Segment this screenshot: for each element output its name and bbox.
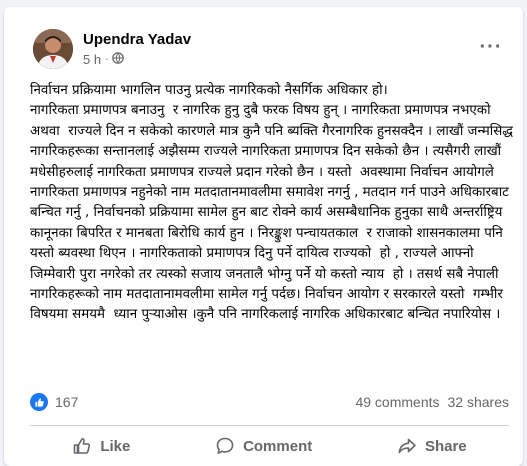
more-options-icon[interactable]: ··· — [477, 33, 505, 61]
post-card: Upendra Yadav 5 h · ··· निर्वाचन प्रक्रि… — [4, 7, 523, 466]
comment-button[interactable]: Comment — [205, 430, 322, 462]
post-header: Upendra Yadav 5 h · ··· — [4, 7, 523, 71]
post-stats: 167 49 comments 32 shares — [30, 391, 509, 413]
share-button-label: Share — [424, 437, 467, 455]
comment-icon — [215, 436, 235, 456]
like-button-label: Like — [100, 437, 131, 455]
share-icon — [397, 436, 417, 456]
shares-count-link[interactable]: 32 shares — [448, 394, 509, 410]
post-meta: 5 h · — [83, 52, 125, 67]
post-text: निर्वाचन प्रक्रियामा भागलिन पाउनु प्रत्य… — [30, 83, 513, 323]
meta-separator: · — [105, 54, 109, 65]
engagement-counts: 49 comments 32 shares — [355, 394, 509, 410]
avatar[interactable] — [33, 29, 73, 69]
thumbs-up-icon — [30, 393, 48, 411]
reactions-summary[interactable]: 167 — [30, 393, 78, 411]
action-divider — [30, 425, 509, 426]
avatar-image — [33, 29, 73, 69]
comment-button-label: Comment — [243, 437, 313, 455]
like-icon — [72, 436, 92, 456]
like-button[interactable]: Like — [62, 430, 140, 462]
post-author-name[interactable]: Upendra Yadav — [83, 31, 191, 48]
post-timestamp[interactable]: 5 h — [83, 52, 101, 67]
globe-icon — [112, 52, 125, 67]
comments-count-link[interactable]: 49 comments — [355, 394, 439, 410]
reactions-count: 167 — [55, 394, 79, 410]
post-actions: Like Comment Share — [30, 428, 509, 464]
share-button[interactable]: Share — [387, 430, 477, 462]
